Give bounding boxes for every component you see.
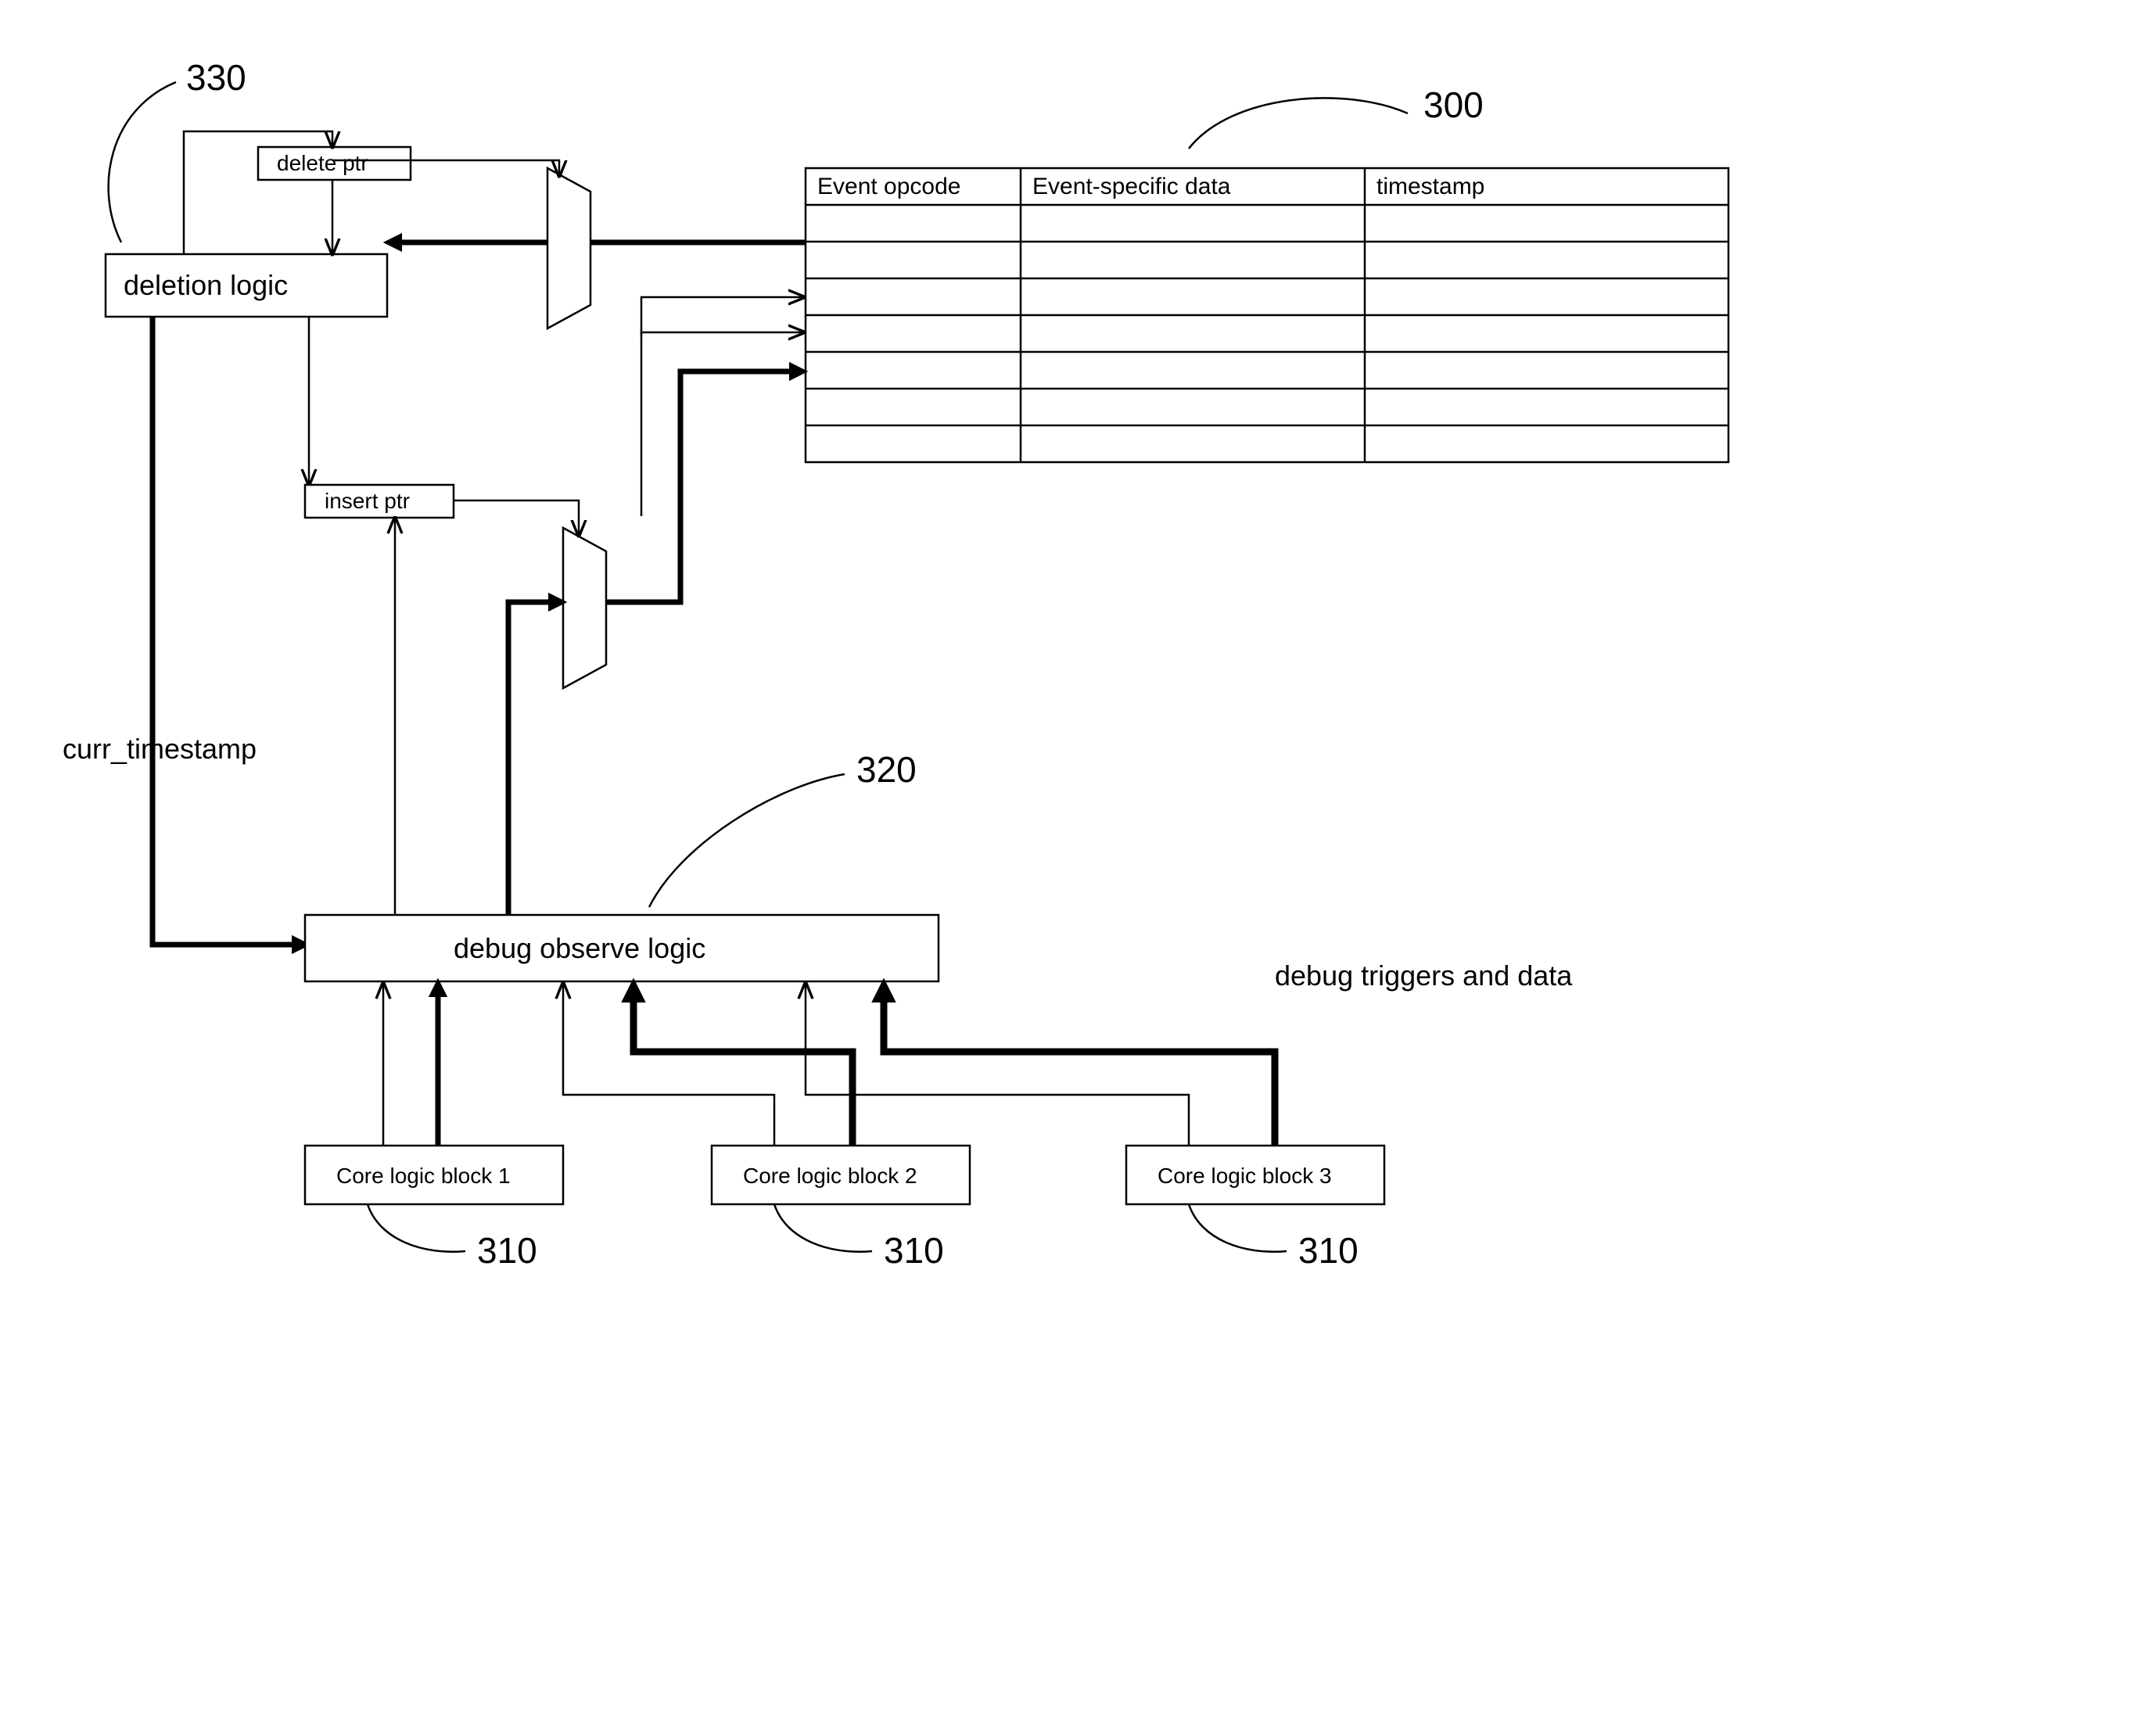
debug-observe-label: debug observe logic (454, 932, 705, 964)
core1-label: Core logic block 1 (336, 1164, 511, 1188)
core2-label: Core logic block 2 (743, 1164, 917, 1188)
insert-ptr-label: insert ptr (325, 489, 410, 513)
event-table: Event opcode Event-specific data timesta… (806, 168, 1728, 462)
core-logic-block-2: Core logic block 2 (712, 1146, 970, 1204)
table-header-timestamp: timestamp (1376, 174, 1484, 199)
deletion-logic-label: deletion logic (124, 269, 288, 301)
debug-triggers-label: debug triggers and data (1275, 959, 1573, 992)
deletion-logic-block: deletion logic (106, 254, 387, 317)
ref-310-b: 310 (884, 1230, 944, 1271)
debug-observe-logic: debug observe logic (305, 915, 939, 981)
core-logic-block-3: Core logic block 3 (1126, 1146, 1384, 1204)
delete-ptr-label: delete ptr (277, 151, 368, 175)
curr-timestamp-label: curr_timestamp (63, 733, 257, 765)
core3-label: Core logic block 3 (1158, 1164, 1332, 1188)
core-logic-block-1: Core logic block 1 (305, 1146, 563, 1204)
ref-310-c: 310 (1298, 1230, 1359, 1271)
ref-330: 330 (186, 57, 246, 98)
debug-architecture-diagram: Event opcode Event-specific data timesta… (0, 0, 2132, 1736)
ref-300: 300 (1423, 84, 1484, 125)
table-header-opcode: Event opcode (817, 174, 960, 199)
ref-320: 320 (856, 749, 917, 790)
ref-310-a: 310 (477, 1230, 537, 1271)
table-header-data: Event-specific data (1032, 174, 1231, 199)
